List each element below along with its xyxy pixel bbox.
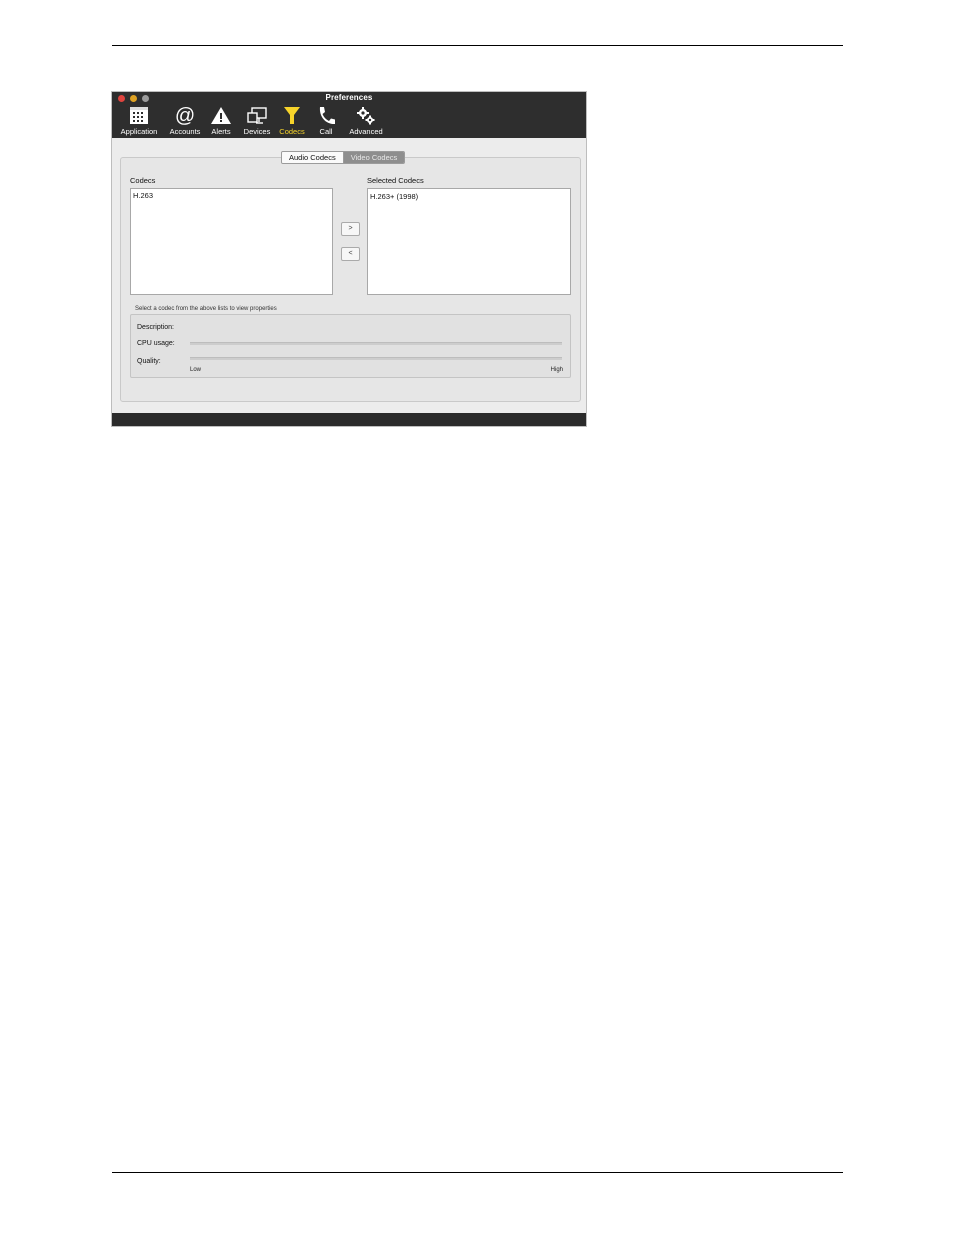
toolbar-item-label: Alerts xyxy=(211,127,231,136)
toolbar-item-codecs[interactable]: Codecs xyxy=(276,105,308,138)
list-item[interactable]: H.263 xyxy=(131,189,332,202)
toolbar-item-accounts[interactable]: @ Accounts xyxy=(166,105,204,138)
description-label: Description: xyxy=(137,324,174,331)
tab-video-codecs[interactable]: Video Codecs xyxy=(343,152,405,163)
codec-type-tabs: Audio Codecs Video Codecs xyxy=(281,151,406,164)
toolbar-item-advanced[interactable]: Advanced xyxy=(346,105,386,138)
cpu-usage-label: CPU usage: xyxy=(137,340,175,347)
list-item[interactable]: H.263+ (1998) xyxy=(368,189,570,203)
gears-icon xyxy=(357,107,375,125)
toolbar-item-label: Application xyxy=(120,127,158,136)
add-codec-button[interactable]: > xyxy=(341,222,360,236)
quality-label: Quality: xyxy=(137,358,161,365)
cpu-usage-meter xyxy=(190,342,562,345)
tab-audio-codecs[interactable]: Audio Codecs xyxy=(282,152,344,163)
quality-low-label: Low xyxy=(190,367,202,373)
monitor-devices-icon xyxy=(247,107,267,124)
toolbar-item-label: Devices xyxy=(243,127,271,136)
toolbar-item-call[interactable]: Call xyxy=(313,105,339,138)
funnel-icon xyxy=(284,107,300,124)
at-sign-icon: @ xyxy=(175,105,195,126)
selected-codecs-list[interactable]: H.263+ (1998) xyxy=(367,188,571,295)
page-top-rule xyxy=(112,45,843,46)
toolbar-item-label: Call xyxy=(319,127,333,136)
remove-codec-button[interactable]: < xyxy=(341,247,360,261)
preferences-window: Preferences Application @ Accounts Alert… xyxy=(112,92,586,426)
properties-hint: Select a codec from the above lists to v… xyxy=(135,306,277,312)
toolbar-item-label: Accounts xyxy=(169,127,201,136)
toolbar: Preferences Application @ Accounts Alert… xyxy=(112,92,586,138)
codecs-list-label: Codecs xyxy=(130,176,156,185)
toolbar-item-label: Codecs xyxy=(279,127,305,136)
svg-text:@: @ xyxy=(175,105,195,126)
toolbar-item-devices[interactable]: Devices xyxy=(240,105,274,138)
quality-meter xyxy=(190,357,562,360)
toolbar-item-application[interactable]: Application xyxy=(118,105,160,138)
window-title: Preferences xyxy=(325,93,373,102)
page-bottom-rule xyxy=(112,1172,843,1173)
toolbar-item-alerts[interactable]: Alerts xyxy=(207,105,235,138)
available-codecs-list[interactable]: H.263 xyxy=(130,188,333,295)
quality-high-label: High xyxy=(550,367,563,373)
warning-triangle-icon xyxy=(211,107,231,124)
selected-codecs-list-label: Selected Codecs xyxy=(367,176,424,185)
codec-properties-box: Description: CPU usage: Quality: Low Hig… xyxy=(130,314,571,378)
window-footer xyxy=(112,413,586,426)
toolbar-item-label: Advanced xyxy=(349,127,383,136)
phone-handset-icon xyxy=(319,107,335,125)
application-grid-icon xyxy=(130,107,148,124)
